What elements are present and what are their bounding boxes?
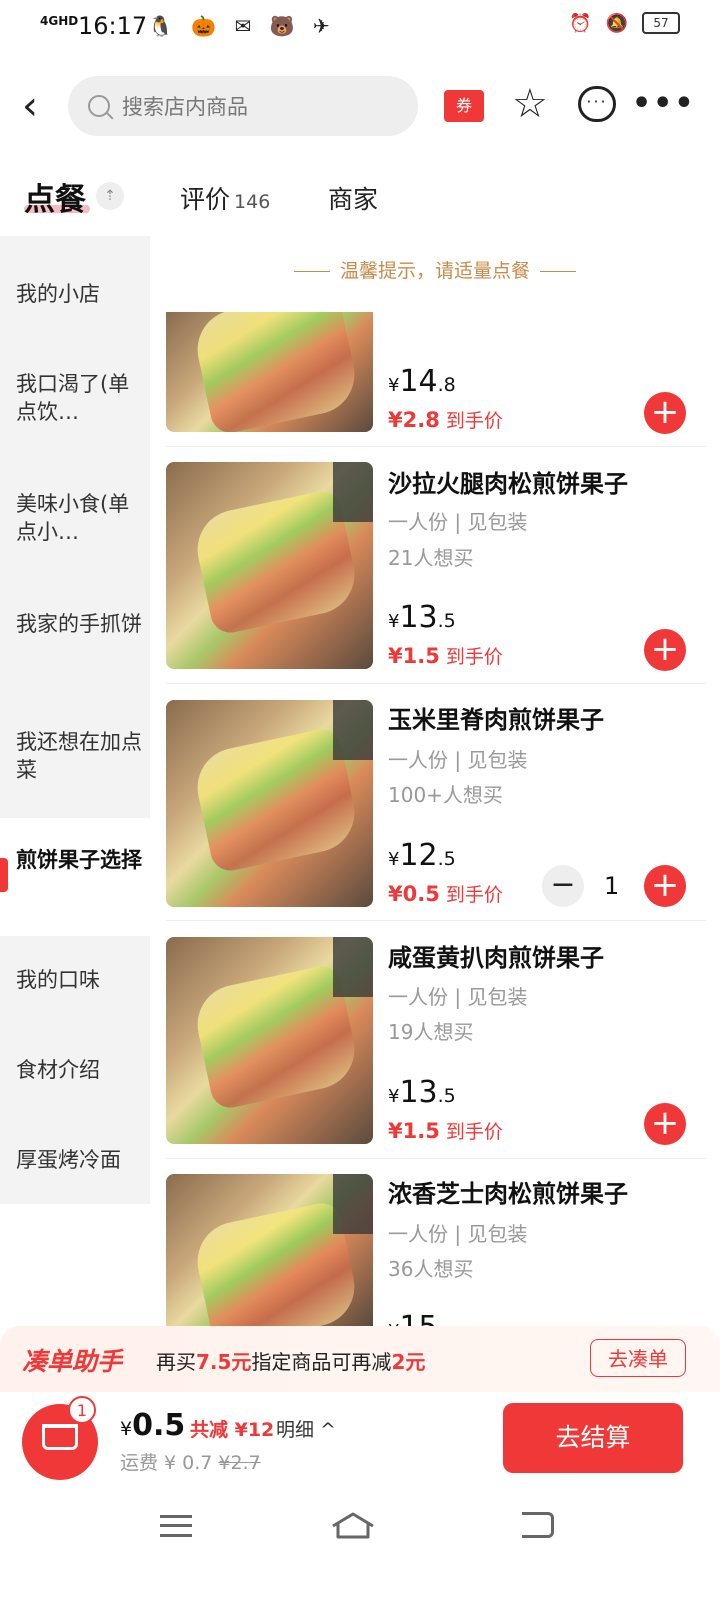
product-image[interactable] [166, 1174, 373, 1326]
tab-review[interactable]: 评价 146 [180, 180, 270, 216]
decrease-quantity-button[interactable]: − [542, 865, 584, 907]
product-price: ¥13.5 [388, 1075, 456, 1110]
product-meta: 一人份 | 见包装 [388, 510, 528, 534]
tab-review-label: 评价 [180, 185, 231, 214]
search-placeholder: 搜索店内商品 [122, 95, 248, 119]
cart-icon [42, 1424, 78, 1450]
add-to-cart-button[interactable]: + [644, 865, 686, 907]
product-final-price: ¥0.5 到手价 [388, 882, 503, 906]
product-name[interactable]: 浓香芝士肉松煎饼果子 [388, 1174, 628, 1209]
add-to-cart-button[interactable]: + [644, 629, 686, 671]
review-count: 146 [234, 191, 271, 213]
product-final-price: ¥2.8 到手价 [388, 408, 503, 432]
product-meta: 一人份 | 见包装 [388, 1222, 528, 1246]
product-name[interactable]: 玉米里脊肉煎饼果子 [388, 700, 604, 735]
product-meta: 一人份 | 见包装 [388, 748, 528, 772]
sidebar-item-add-dishes[interactable]: 我还想在加点菜 [0, 728, 150, 784]
product-price: ¥13.5 [388, 600, 456, 635]
sidebar-item-ingredients[interactable]: 食材介绍 [0, 1056, 150, 1084]
sidebar-item-my-shop[interactable]: 我的小店 [0, 280, 150, 308]
price-detail-toggle[interactable]: 明细 ^ [276, 1415, 336, 1442]
tab-merchant[interactable]: 商家 [328, 180, 378, 216]
product-image[interactable] [166, 462, 373, 669]
checkout-button[interactable]: 去结算 [503, 1403, 683, 1473]
alarm-icon: ⏰ [569, 12, 592, 34]
product-price: ¥12.5 [388, 838, 456, 873]
promo-title: 凑单助手 [22, 1347, 123, 1376]
search-icon [88, 95, 110, 117]
status-right: ⏰ 🔕 57 [569, 12, 680, 34]
category-sidebar: 我的小店 我口渴了(单点饮… 美味小食(单点小… 我家的手抓饼 我还想在加点菜 … [0, 236, 150, 1326]
product-wants: 100+人想买 [388, 783, 503, 807]
quantity-value: 1 [604, 872, 620, 900]
product-wants: 19人想买 [388, 1020, 474, 1044]
cart-count-badge: 1 [68, 1396, 96, 1424]
tab-order[interactable]: 点餐 [24, 174, 86, 219]
tip-banner: 温馨提示，请适量点餐 [150, 256, 720, 283]
row-divider [166, 446, 706, 447]
nav-back-icon[interactable] [522, 1512, 554, 1538]
product-image[interactable] [166, 312, 373, 432]
tip-line-left [293, 271, 330, 272]
add-on-button[interactable]: 去凑单 [590, 1339, 686, 1377]
sidebar-item-cold-noodle[interactable]: 厚蛋烤冷面 [0, 1146, 150, 1174]
product-final-price: ¥1.5 到手价 [388, 1119, 503, 1143]
nav-menu-icon[interactable] [160, 1515, 192, 1537]
product-name[interactable]: 沙拉火腿肉松煎饼果子 [388, 464, 628, 499]
sidebar-bottom-blank [0, 1204, 150, 1326]
product-wants: 36人想买 [388, 1257, 474, 1281]
sidebar-item-hand-cake[interactable]: 我家的手抓饼 [0, 610, 150, 638]
nav-home-icon[interactable] [330, 1510, 376, 1540]
product-wants: 21人想买 [388, 546, 474, 570]
total-price: ¥0.5 [120, 1408, 186, 1443]
sidebar-item-taste[interactable]: 我的口味 [0, 966, 150, 994]
product-image[interactable] [166, 700, 373, 907]
status-time: 16:17 [78, 12, 148, 40]
product-final-price: ¥1.5 到手价 [388, 644, 503, 668]
coupon-button[interactable]: 券 [444, 90, 484, 122]
total-saved: 共减 ¥12 [190, 1419, 275, 1441]
tip-line-right [540, 271, 576, 272]
shipping-fee: 运费 ¥ 0.7 ¥2.7 [120, 1452, 261, 1474]
add-to-cart-button[interactable]: + [644, 1103, 686, 1145]
search-input[interactable]: 搜索店内商品 [68, 76, 418, 136]
promo-text: 再买7.5元指定商品可再减2元 [156, 1350, 426, 1374]
sidebar-item-drinks[interactable]: 我口渴了(单点饮… [0, 370, 150, 426]
battery-icon: 57 [642, 12, 680, 34]
network-indicator: 4GHD [40, 14, 79, 28]
collapse-icon[interactable]: ⇡ [96, 182, 124, 210]
product-price: ¥14.8 [388, 364, 456, 399]
product-name[interactable]: 咸蛋黄扒肉煎饼果子 [388, 938, 604, 973]
row-divider [166, 920, 706, 921]
tip-text: 温馨提示，请适量点餐 [339, 260, 530, 282]
row-divider [166, 683, 706, 684]
product-price: ¥15 [388, 1310, 438, 1326]
notification-icons: 🐧 🎃 ✉ 🐻 ✈ [148, 14, 336, 38]
back-button[interactable]: ‹ [22, 86, 58, 126]
sidebar-active-bg [0, 818, 150, 936]
favorite-star-icon[interactable]: ☆ [512, 82, 548, 126]
sidebar-item-snacks[interactable]: 美味小食(单点小… [0, 490, 150, 546]
product-meta: 一人份 | 见包装 [388, 985, 528, 1009]
mute-icon: 🔕 [605, 12, 628, 34]
chat-icon[interactable]: ··· [578, 86, 616, 122]
row-divider [166, 1158, 706, 1159]
more-icon[interactable]: ••• [632, 84, 696, 124]
product-image[interactable] [166, 937, 373, 1144]
sidebar-item-jianbing[interactable]: 煎饼果子选择 [0, 846, 150, 874]
status-bar: 4GHD 16:17 🐧 🎃 ✉ 🐻 ✈ ⏰ 🔕 57 [0, 0, 720, 56]
add-to-cart-button[interactable]: + [644, 392, 686, 434]
